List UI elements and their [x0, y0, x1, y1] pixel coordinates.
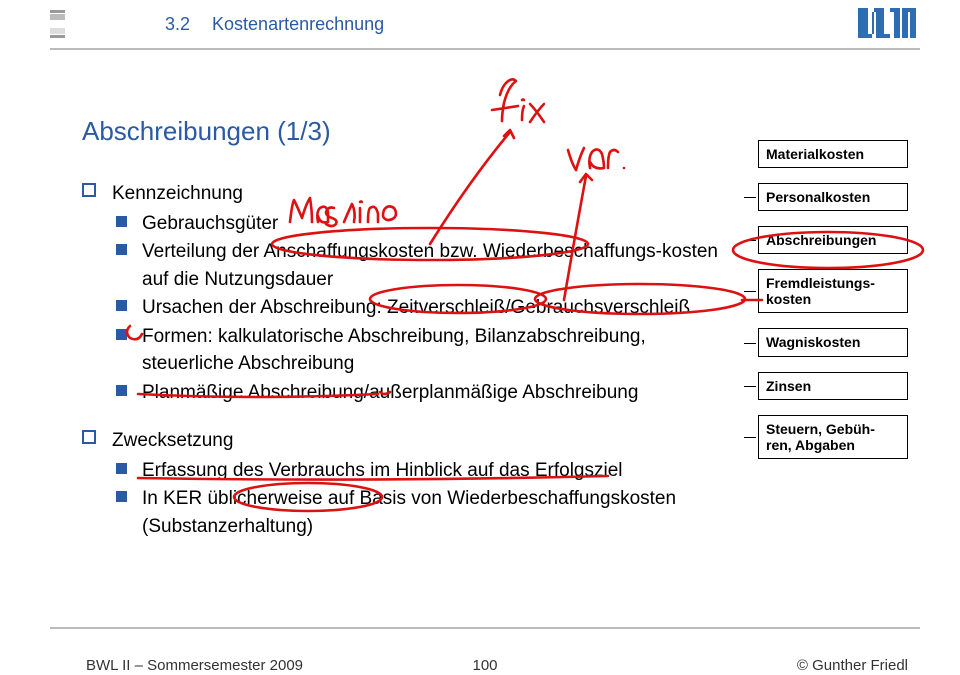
sidebox-personalkosten: Personalkosten	[758, 183, 908, 211]
chapter-title: Kostenartenrechnung	[212, 14, 384, 34]
sidebox-column: Materialkosten Personalkosten Abschreibu…	[758, 140, 908, 474]
bullet-fill-icon	[116, 244, 127, 255]
main-content: Kennzeichnung Gebrauchsgüter Verteilung …	[82, 180, 722, 542]
bullet-text: Ursachen der Abschreibung: Zeitverschlei…	[142, 297, 690, 318]
footer-right: © Gunther Friedl	[797, 657, 908, 674]
tick-icon	[744, 197, 756, 198]
sidebox-wagniskosten: Wagniskosten	[758, 328, 908, 356]
tick-icon	[744, 240, 756, 241]
footer-rule	[50, 627, 920, 629]
bullet-ker: In KER üblicherweise auf Basis von Wiede…	[82, 485, 722, 540]
sidebox-steuern: Steuern, Gebüh-ren, Abgaben	[758, 415, 908, 459]
slide-header: 3.2 Kostenartenrechnung	[0, 0, 960, 72]
bullet-fill-icon	[116, 385, 127, 396]
footer-page-number: 100	[50, 657, 920, 674]
bullet-text: Planmäßige Abschreibung/außerplanmäßige …	[142, 382, 638, 403]
bullet-ursachen: Ursachen der Abschreibung: Zeitverschlei…	[82, 294, 722, 322]
tum-logo-icon	[856, 6, 918, 40]
tick-icon	[744, 343, 756, 344]
annotation-var-icon	[568, 148, 625, 170]
section-zwecksetzung: Zwecksetzung	[82, 427, 722, 455]
bullet-fill-icon	[116, 329, 127, 340]
bullet-open-icon	[82, 183, 96, 197]
bullet-planmaessig: Planmäßige Abschreibung/außerplanmäßige …	[82, 379, 722, 407]
arrowhead-icon	[504, 130, 514, 138]
header-rule	[50, 48, 920, 50]
sidebox-fremdleistungskosten: Fremdleistungs-kosten	[758, 269, 908, 313]
bullet-erfassung: Erfassung des Verbrauchs im Hinblick auf…	[82, 457, 722, 485]
tick-icon	[744, 437, 756, 438]
sidebox-abschreibungen: Abschreibungen	[758, 226, 908, 254]
section-heading: Kennzeichnung	[112, 183, 243, 204]
bullet-verteilung: Verteilung der Anschaffungskosten bzw. W…	[82, 238, 722, 293]
bullet-fill-icon	[116, 491, 127, 502]
sidebox-zinsen: Zinsen	[758, 372, 908, 400]
tick-icon	[744, 386, 756, 387]
bullet-open-icon	[82, 430, 96, 444]
bullet-text: Erfassung des Verbrauchs im Hinblick auf…	[142, 460, 623, 481]
slide-title: Abschreibungen (1/3)	[82, 116, 331, 147]
bullet-gebrauchsgueter: Gebrauchsgüter	[82, 210, 722, 238]
chapter-heading: 3.2 Kostenartenrechnung	[165, 14, 384, 35]
section-heading: Zwecksetzung	[112, 430, 233, 451]
slide: 3.2 Kostenartenrechnung Abschreibungen (1…	[0, 0, 960, 675]
bullet-formen: Formen: kalkulatorische Abschreibung, Bi…	[82, 323, 722, 378]
chapter-number: 3.2	[165, 14, 190, 34]
bullet-fill-icon	[116, 300, 127, 311]
annotation-fix-icon	[492, 79, 544, 122]
section-kennzeichnung: Kennzeichnung	[82, 180, 722, 208]
tick-icon	[744, 291, 756, 292]
bullet-text: Verteilung der Anschaffungskosten bzw. W…	[142, 241, 718, 290]
sidebox-materialkosten: Materialkosten	[758, 140, 908, 168]
bullet-text: Formen: kalkulatorische Abschreibung, Bi…	[142, 326, 646, 375]
bullet-text: Gebrauchsgüter	[142, 213, 278, 234]
header-decor-icon	[50, 10, 65, 38]
bullet-text: In KER üblicherweise auf Basis von Wiede…	[142, 488, 676, 537]
bullet-fill-icon	[116, 216, 127, 227]
bullet-fill-icon	[116, 463, 127, 474]
